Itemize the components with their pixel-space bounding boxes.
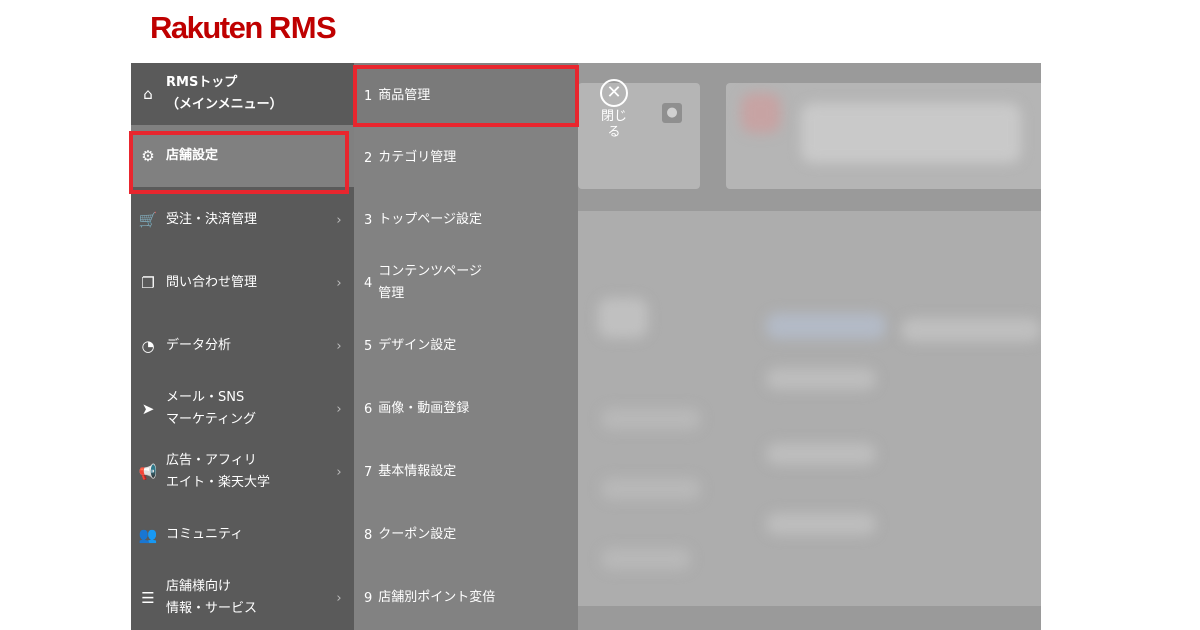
menu-item-label: RMSトップ （メインメニュー） <box>166 75 283 112</box>
chevron-right-icon: › <box>336 590 342 606</box>
blurred-content <box>598 298 648 338</box>
submenu-item-label: 画像・動画登録 <box>378 401 470 416</box>
menu-item-label: メール・SNS マーケティング <box>166 390 256 427</box>
blurred-content <box>766 513 876 535</box>
submenu-item-label: コンテンツページ 管理 <box>378 264 483 301</box>
submenu-item-category-management[interactable]: 2 カテゴリ管理 <box>354 127 578 189</box>
submenu-item-content-page-management[interactable]: 4 コンテンツページ 管理 <box>354 252 578 314</box>
blurred-content <box>766 443 876 465</box>
chevron-right-icon: › <box>336 275 342 291</box>
blurred-content <box>601 478 701 500</box>
menu-item-data-analysis[interactable]: ◔ データ分析 › <box>131 315 354 377</box>
megaphone-icon: 📢 <box>138 463 158 481</box>
rakuten-rms-logo: Rakuten RMS <box>150 8 337 48</box>
submenu-item-basic-info-settings[interactable]: 7 基本情報設定 <box>354 441 578 503</box>
menu-item-label: 店舗設定 <box>166 148 219 163</box>
submenu-item-label: トップページ設定 <box>378 212 483 227</box>
menu-item-mail-sns[interactable]: ➤ メール・SNS マーケティング › <box>131 378 354 440</box>
send-icon: ➤ <box>141 400 155 418</box>
submenu-item-number: 8 <box>364 527 373 543</box>
submenu-item-top-page-settings[interactable]: 3 トップページ設定 <box>354 189 578 251</box>
store-settings-submenu: 1 商品管理 2 カテゴリ管理 3 トップページ設定 4 コンテンツページ 管理… <box>354 63 578 630</box>
submenu-item-label: デザイン設定 <box>378 338 457 353</box>
gear-icon: ⚙ <box>141 147 155 165</box>
submenu-item-label: クーポン設定 <box>378 527 457 542</box>
close-label: 閉じる <box>600 109 627 140</box>
blurred-content <box>766 313 886 339</box>
submenu-item-label: カテゴリ管理 <box>378 150 457 165</box>
menu-item-label: コミュニティ <box>166 527 244 542</box>
logo-brand: Rakuten <box>150 10 263 45</box>
menu-item-label: 店舗様向け 情報・サービス <box>166 579 258 616</box>
submenu-item-product-management[interactable]: 1 商品管理 <box>354 65 578 127</box>
submenu-item-store-point-multiplier[interactable]: 9 店舗別ポイント変倍 <box>354 567 578 629</box>
blurred-content <box>766 368 876 390</box>
menu-item-label: 受注・決済管理 <box>166 212 258 227</box>
submenu-item-number: 3 <box>364 212 373 228</box>
menu-item-label: 広告・アフィリ エイト・楽天大学 <box>166 453 271 490</box>
submenu-item-number: 7 <box>364 464 373 480</box>
submenu-item-number: 2 <box>364 150 373 166</box>
blurred-content <box>601 548 691 570</box>
menu-item-label: データ分析 <box>166 338 232 353</box>
rms-app: ✕ 閉じる ● ⌂ RMSトップ （メインメニュー） ⚙ 店舗設定 🛒 受注・決… <box>131 63 1041 630</box>
lightbulb-icon[interactable]: ● <box>662 103 682 123</box>
menu-item-store-info-services[interactable]: ☰ 店舗様向け 情報・サービス › <box>131 567 354 629</box>
home-icon: ⌂ <box>143 85 153 103</box>
submenu-item-number: 1 <box>364 88 373 104</box>
blurred-avatar <box>741 93 781 133</box>
submenu-item-image-video-registration[interactable]: 6 画像・動画登録 <box>354 378 578 440</box>
chevron-right-icon: › <box>336 338 342 354</box>
cart-icon: 🛒 <box>138 211 158 229</box>
menu-item-orders[interactable]: 🛒 受注・決済管理 › <box>131 189 354 251</box>
submenu-item-label: 商品管理 <box>378 88 431 103</box>
blurred-content <box>601 408 701 430</box>
chevron-right-icon: › <box>336 212 342 228</box>
submenu-item-number: 5 <box>364 338 373 354</box>
close-icon: ✕ <box>600 79 628 107</box>
chevron-right-icon: › <box>336 464 342 480</box>
close-button[interactable]: ✕ 閉じる <box>597 79 631 141</box>
pie-chart-icon: ◔ <box>141 337 155 355</box>
people-icon: 👥 <box>138 526 158 544</box>
submenu-item-design-settings[interactable]: 5 デザイン設定 <box>354 315 578 377</box>
submenu-item-number: 9 <box>364 590 373 606</box>
chat-icon: ❐ <box>141 274 155 292</box>
submenu-item-number: 4 <box>364 275 373 291</box>
menu-item-rms-top[interactable]: ⌂ RMSトップ （メインメニュー） <box>131 63 354 125</box>
menu-item-inquiries[interactable]: ❐ 問い合わせ管理 › <box>131 252 354 314</box>
menu-item-community[interactable]: 👥 コミュニティ <box>131 504 354 566</box>
submenu-item-label: 基本情報設定 <box>378 464 457 479</box>
menu-item-store-settings[interactable]: ⚙ 店舗設定 <box>131 125 354 187</box>
submenu-item-coupon-settings[interactable]: 8 クーポン設定 <box>354 504 578 566</box>
menu-item-label: 問い合わせ管理 <box>166 275 258 290</box>
submenu-item-number: 6 <box>364 401 373 417</box>
blurred-account-text <box>801 103 1021 163</box>
main-menu: ⌂ RMSトップ （メインメニュー） ⚙ 店舗設定 🛒 受注・決済管理 › ❐ … <box>131 63 354 630</box>
list-icon: ☰ <box>141 589 155 607</box>
blurred-content <box>901 318 1041 342</box>
menu-item-ads-affiliate[interactable]: 📢 広告・アフィリ エイト・楽天大学 › <box>131 441 354 503</box>
chevron-right-icon: › <box>336 401 342 417</box>
logo-product: RMS <box>268 10 337 45</box>
submenu-item-label: 店舗別ポイント変倍 <box>378 590 496 605</box>
